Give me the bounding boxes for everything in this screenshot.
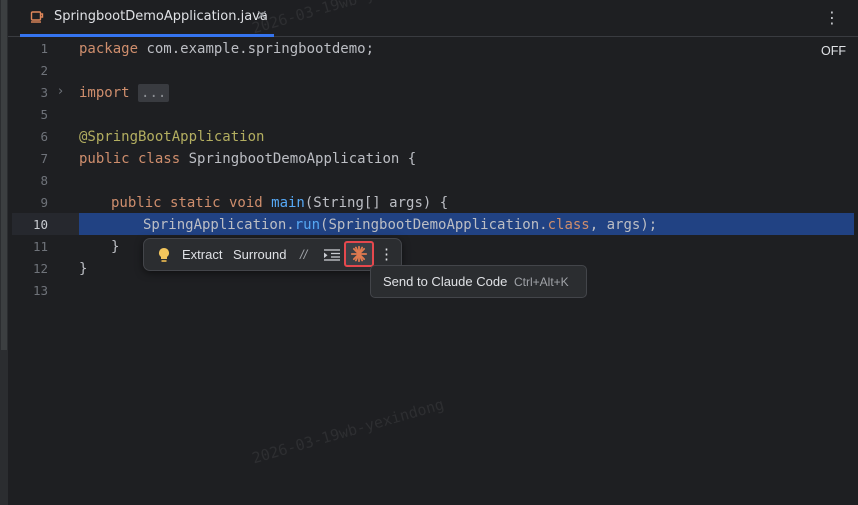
tooltip-shortcut: Ctrl+Alt+K (514, 275, 569, 289)
claude-icon (350, 245, 368, 263)
floating-code-toolbar: Extract Surround // ⋮ (143, 238, 402, 271)
code-line-1: package com.example.springbootdemo; (79, 41, 375, 57)
editor-tab-bar: SpringbootDemoApplication.java ✕ ⋮ (8, 0, 858, 37)
fold-expand-icon[interactable]: › (58, 84, 63, 99)
code-line-11: } (111, 239, 120, 255)
active-tab-underline (20, 34, 274, 37)
code-line-9: public static void main(String[] args) { (111, 195, 449, 211)
line-number: 1 (40, 41, 48, 56)
line-number: 7 (40, 151, 48, 166)
extract-button[interactable]: Extract (182, 239, 222, 270)
tooltip-label: Send to Claude Code (383, 274, 508, 289)
tab-springboot-demo-application[interactable]: SpringbootDemoApplication.java ✕ (20, 0, 274, 37)
reformat-icon[interactable] (324, 249, 340, 261)
comment-button[interactable]: // (300, 239, 307, 270)
line-number: 13 (32, 283, 48, 298)
line-number: 5 (40, 107, 48, 122)
lightbulb-icon[interactable] (157, 247, 171, 263)
folded-imports[interactable]: ... (138, 84, 170, 102)
left-tool-strip (0, 0, 8, 505)
line-number-current: 10 (32, 217, 48, 232)
line-number: 2 (40, 63, 48, 78)
code-line-7: public class SpringbootDemoApplication { (79, 151, 417, 167)
line-number: 6 (40, 129, 48, 144)
java-file-icon (30, 11, 44, 23)
code-line-10: SpringApplication.run(SpringbootDemoAppl… (143, 217, 658, 233)
reader-mode-toggle[interactable]: OFF (821, 44, 846, 58)
tab-title: SpringbootDemoApplication.java (54, 9, 268, 24)
left-scroll-thumb[interactable] (1, 0, 7, 350)
code-line-3: import ... (79, 82, 170, 104)
surround-button[interactable]: Surround (233, 239, 286, 270)
more-options-icon[interactable]: ⋮ (824, 8, 840, 27)
line-number: 8 (40, 173, 48, 188)
line-number: 11 (32, 239, 48, 254)
line-number-gutter: 1 2 3 5 6 7 8 9 10 11 12 13 (8, 38, 72, 505)
code-line-12: } (79, 261, 88, 277)
send-to-claude-tooltip: Send to Claude Code Ctrl+Alt+K (370, 265, 587, 298)
code-line-6: @SpringBootApplication (79, 129, 265, 145)
send-to-claude-code-button[interactable] (344, 241, 374, 267)
line-number: 12 (32, 261, 48, 276)
line-number: 9 (40, 195, 48, 210)
line-number: 3 (40, 85, 48, 100)
